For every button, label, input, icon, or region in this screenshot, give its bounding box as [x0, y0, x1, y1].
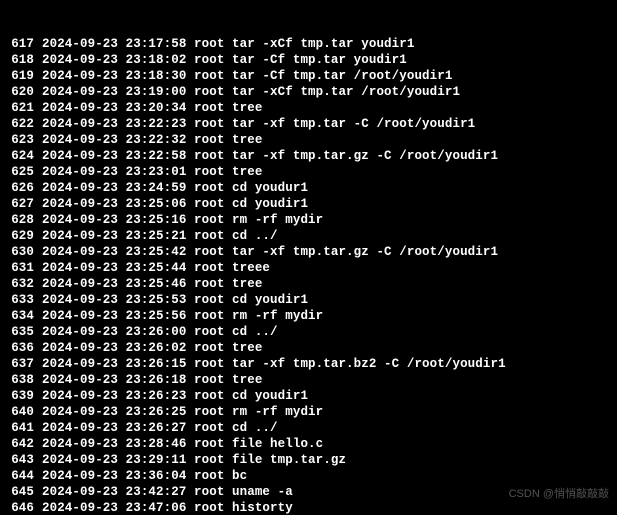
history-entry: 2024-09-23 23:25:16 root rm -rf mydir [42, 213, 323, 227]
history-line: 6222024-09-23 23:22:23 root tar -xf tmp.… [0, 116, 617, 132]
history-number: 621 [0, 100, 42, 116]
history-entry: 2024-09-23 23:26:02 root tree [42, 341, 262, 355]
history-line: 6292024-09-23 23:25:21 root cd ../ [0, 228, 617, 244]
history-line: 6432024-09-23 23:29:11 root file tmp.tar… [0, 452, 617, 468]
history-number: 635 [0, 324, 42, 340]
history-number: 638 [0, 372, 42, 388]
history-number: 623 [0, 132, 42, 148]
history-entry: 2024-09-23 23:25:06 root cd youdir1 [42, 197, 308, 211]
history-entry: 2024-09-23 23:19:00 root tar -xCf tmp.ta… [42, 85, 460, 99]
history-number: 645 [0, 484, 42, 500]
history-line: 6322024-09-23 23:25:46 root tree [0, 276, 617, 292]
history-entry: 2024-09-23 23:29:11 root file tmp.tar.gz [42, 453, 346, 467]
history-entry: 2024-09-23 23:26:27 root cd ../ [42, 421, 278, 435]
history-entry: 2024-09-23 23:25:56 root rm -rf mydir [42, 309, 323, 323]
history-number: 637 [0, 356, 42, 372]
history-number: 634 [0, 308, 42, 324]
history-line: 6312024-09-23 23:25:44 root treee [0, 260, 617, 276]
history-entry: 2024-09-23 23:26:00 root cd ../ [42, 325, 278, 339]
history-number: 642 [0, 436, 42, 452]
terminal-output[interactable]: 6172024-09-23 23:17:58 root tar -xCf tmp… [0, 0, 617, 515]
history-line: 6302024-09-23 23:25:42 root tar -xf tmp.… [0, 244, 617, 260]
history-line: 6392024-09-23 23:26:23 root cd youdir1 [0, 388, 617, 404]
history-line: 6342024-09-23 23:25:56 root rm -rf mydir [0, 308, 617, 324]
history-number: 633 [0, 292, 42, 308]
history-number: 641 [0, 420, 42, 436]
history-number: 624 [0, 148, 42, 164]
history-entry: 2024-09-23 23:22:58 root tar -xf tmp.tar… [42, 149, 498, 163]
history-entry: 2024-09-23 23:26:15 root tar -xf tmp.tar… [42, 357, 506, 371]
history-number: 617 [0, 36, 42, 52]
history-line: 6192024-09-23 23:18:30 root tar -Cf tmp.… [0, 68, 617, 84]
history-line: 6332024-09-23 23:25:53 root cd youdir1 [0, 292, 617, 308]
history-number: 619 [0, 68, 42, 84]
history-entry: 2024-09-23 23:26:18 root tree [42, 373, 262, 387]
history-line: 6172024-09-23 23:17:58 root tar -xCf tmp… [0, 36, 617, 52]
history-number: 644 [0, 468, 42, 484]
history-entry: 2024-09-23 23:26:25 root rm -rf mydir [42, 405, 323, 419]
history-line: 6202024-09-23 23:19:00 root tar -xCf tmp… [0, 84, 617, 100]
history-number: 636 [0, 340, 42, 356]
history-entry: 2024-09-23 23:42:27 root uname -a [42, 485, 293, 499]
history-number: 631 [0, 260, 42, 276]
history-line: 6362024-09-23 23:26:02 root tree [0, 340, 617, 356]
history-number: 628 [0, 212, 42, 228]
history-number: 646 [0, 500, 42, 515]
history-number: 640 [0, 404, 42, 420]
history-entry: 2024-09-23 23:17:58 root tar -xCf tmp.ta… [42, 37, 414, 51]
history-entry: 2024-09-23 23:23:01 root tree [42, 165, 262, 179]
history-entry: 2024-09-23 23:25:42 root tar -xf tmp.tar… [42, 245, 498, 259]
history-line: 6272024-09-23 23:25:06 root cd youdir1 [0, 196, 617, 212]
history-line: 6182024-09-23 23:18:02 root tar -Cf tmp.… [0, 52, 617, 68]
history-number: 629 [0, 228, 42, 244]
history-entry: 2024-09-23 23:18:30 root tar -Cf tmp.tar… [42, 69, 452, 83]
history-line: 6212024-09-23 23:20:34 root tree [0, 100, 617, 116]
history-number: 618 [0, 52, 42, 68]
history-entry: 2024-09-23 23:25:44 root treee [42, 261, 270, 275]
history-entry: 2024-09-23 23:18:02 root tar -Cf tmp.tar… [42, 53, 407, 67]
history-line: 6252024-09-23 23:23:01 root tree [0, 164, 617, 180]
history-number: 622 [0, 116, 42, 132]
history-line: 6422024-09-23 23:28:46 root file hello.c [0, 436, 617, 452]
history-entry: 2024-09-23 23:24:59 root cd youdur1 [42, 181, 308, 195]
history-entry: 2024-09-23 23:36:04 root bc [42, 469, 247, 483]
history-entry: 2024-09-23 23:25:53 root cd youdir1 [42, 293, 308, 307]
history-entry: 2024-09-23 23:47:06 root historty [42, 501, 293, 515]
history-entry: 2024-09-23 23:20:34 root tree [42, 101, 262, 115]
history-line: 6462024-09-23 23:47:06 root historty [0, 500, 617, 515]
history-number: 625 [0, 164, 42, 180]
history-line: 6232024-09-23 23:22:32 root tree [0, 132, 617, 148]
history-number: 626 [0, 180, 42, 196]
history-line: 6262024-09-23 23:24:59 root cd youdur1 [0, 180, 617, 196]
history-line: 6452024-09-23 23:42:27 root uname -a [0, 484, 617, 500]
history-line: 6402024-09-23 23:26:25 root rm -rf mydir [0, 404, 617, 420]
history-entry: 2024-09-23 23:22:23 root tar -xf tmp.tar… [42, 117, 475, 131]
history-number: 627 [0, 196, 42, 212]
history-entry: 2024-09-23 23:25:46 root tree [42, 277, 262, 291]
history-number: 630 [0, 244, 42, 260]
history-line: 6372024-09-23 23:26:15 root tar -xf tmp.… [0, 356, 617, 372]
history-entry: 2024-09-23 23:26:23 root cd youdir1 [42, 389, 308, 403]
history-entry: 2024-09-23 23:25:21 root cd ../ [42, 229, 278, 243]
history-line: 6442024-09-23 23:36:04 root bc [0, 468, 617, 484]
history-line: 6352024-09-23 23:26:00 root cd ../ [0, 324, 617, 340]
history-line: 6412024-09-23 23:26:27 root cd ../ [0, 420, 617, 436]
history-number: 620 [0, 84, 42, 100]
history-line: 6282024-09-23 23:25:16 root rm -rf mydir [0, 212, 617, 228]
history-number: 639 [0, 388, 42, 404]
history-entry: 2024-09-23 23:28:46 root file hello.c [42, 437, 323, 451]
history-number: 632 [0, 276, 42, 292]
history-entry: 2024-09-23 23:22:32 root tree [42, 133, 262, 147]
history-line: 6382024-09-23 23:26:18 root tree [0, 372, 617, 388]
history-number: 643 [0, 452, 42, 468]
history-line: 6242024-09-23 23:22:58 root tar -xf tmp.… [0, 148, 617, 164]
